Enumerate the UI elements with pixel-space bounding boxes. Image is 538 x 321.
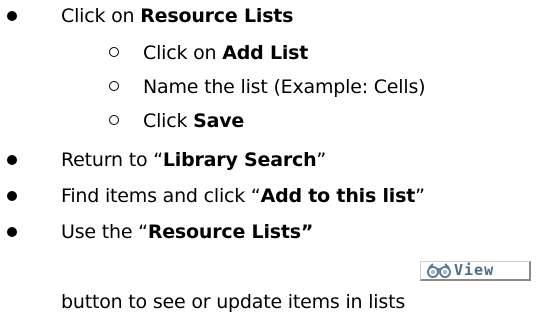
list-item-text: Use the “Resource Lists” — [61, 221, 314, 243]
list-item-text: Click on Resource Lists — [61, 5, 294, 27]
list-item-text: Name the list (Example: Cells) — [143, 76, 426, 98]
list-item-text: Return to “Library Search” — [61, 149, 327, 171]
bullet-icon — [7, 227, 17, 237]
circle-bullet-icon — [109, 81, 119, 91]
circle-bullet-icon — [109, 47, 119, 57]
list-item-text: Find items and click “Add to this list” — [61, 185, 425, 207]
bullet-icon — [7, 11, 17, 21]
list-item-text: Click Save — [143, 110, 245, 132]
view-button[interactable]: View — [420, 261, 531, 281]
bullet-icon — [7, 155, 17, 165]
view-button-label: View — [454, 261, 495, 279]
binoculars-icon — [427, 263, 451, 278]
circle-bullet-icon — [109, 115, 119, 125]
list-item-continuation: button to see or update items in lists — [61, 291, 406, 313]
bullet-icon — [7, 191, 17, 201]
list-item-text: Click on Add List — [143, 42, 309, 64]
instruction-document: Click on Resource Lists Click on Add Lis… — [0, 0, 538, 321]
